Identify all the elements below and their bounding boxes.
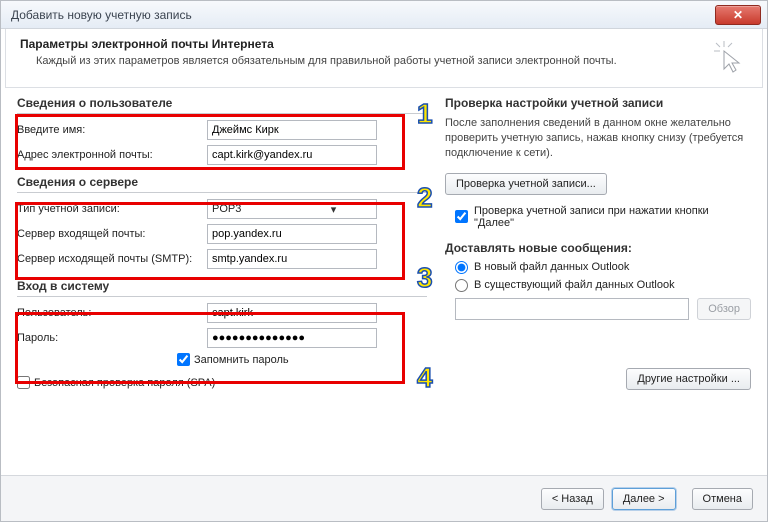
deliver-existing-radio[interactable] (455, 279, 468, 292)
email-input[interactable] (207, 145, 377, 165)
email-label: Адрес электронной почты: (17, 149, 207, 161)
chevron-down-icon: ▾ (293, 202, 374, 216)
password-label: Пароль: (17, 332, 207, 344)
browse-button[interactable]: Обзор (697, 298, 751, 320)
remember-password-label: Запомнить пароль (194, 354, 289, 366)
titlebar: Добавить новую учетную запись ✕ (1, 1, 767, 29)
other-settings-button[interactable]: Другие настройки ... (626, 368, 751, 390)
next-button[interactable]: Далее > (612, 488, 676, 510)
user-info-section: Сведения о пользователе Введите имя: Адр… (17, 96, 427, 165)
name-input[interactable] (207, 120, 377, 140)
account-type-select[interactable]: POP3 ▾ (207, 199, 377, 219)
username-label: Пользователь: (17, 307, 207, 319)
user-section-title: Сведения о пользователе (17, 96, 427, 114)
deliver-existing-label: В существующий файл данных Outlook (474, 279, 675, 291)
dialog-header: Параметры электронной почты Интернета Ка… (5, 29, 763, 88)
header-subtitle: Каждый из этих параметров является обяза… (20, 55, 698, 67)
deliver-new-radio[interactable] (455, 261, 468, 274)
test-section-title: Проверка настройки учетной записи (445, 96, 751, 110)
incoming-server-input[interactable] (207, 224, 377, 244)
cancel-button[interactable]: Отмена (692, 488, 753, 510)
login-section-title: Вход в систему (17, 279, 427, 297)
password-input[interactable] (207, 328, 377, 348)
spa-checkbox[interactable] (17, 376, 30, 389)
auto-test-checkbox[interactable] (455, 210, 468, 223)
back-button[interactable]: < Назад (541, 488, 604, 510)
close-button[interactable]: ✕ (715, 5, 761, 25)
spa-label: Безопасная проверка пароля (SPA) (34, 377, 215, 389)
header-title: Параметры электронной почты Интернета (20, 37, 698, 51)
outgoing-server-label: Сервер исходящей почты (SMTP): (17, 253, 207, 265)
incoming-server-label: Сервер входящей почты: (17, 228, 207, 240)
name-label: Введите имя: (17, 124, 207, 136)
close-icon: ✕ (733, 8, 743, 22)
cursor-icon (708, 37, 748, 77)
account-type-label: Тип учетной записи: (17, 203, 207, 215)
auto-test-label: Проверка учетной записи при нажатии кноп… (474, 205, 751, 229)
dialog-footer: < Назад Далее > Отмена (1, 475, 767, 521)
account-type-value: POP3 (212, 203, 293, 215)
test-section-desc: После заполнения сведений в данном окне … (445, 116, 751, 161)
server-info-section: Сведения о сервере Тип учетной записи: P… (17, 175, 427, 269)
deliver-new-label: В новый файл данных Outlook (474, 261, 629, 273)
server-section-title: Сведения о сервере (17, 175, 427, 193)
login-section: Вход в систему Пользователь: Пароль: Зап… (17, 279, 427, 389)
remember-password-checkbox[interactable] (177, 353, 190, 366)
test-account-button[interactable]: Проверка учетной записи... (445, 173, 607, 195)
username-input[interactable] (207, 303, 377, 323)
outgoing-server-input[interactable] (207, 249, 377, 269)
data-file-path-input[interactable] (455, 298, 689, 320)
window-title: Добавить новую учетную запись (11, 8, 715, 22)
deliver-section-title: Доставлять новые сообщения: (445, 241, 751, 255)
